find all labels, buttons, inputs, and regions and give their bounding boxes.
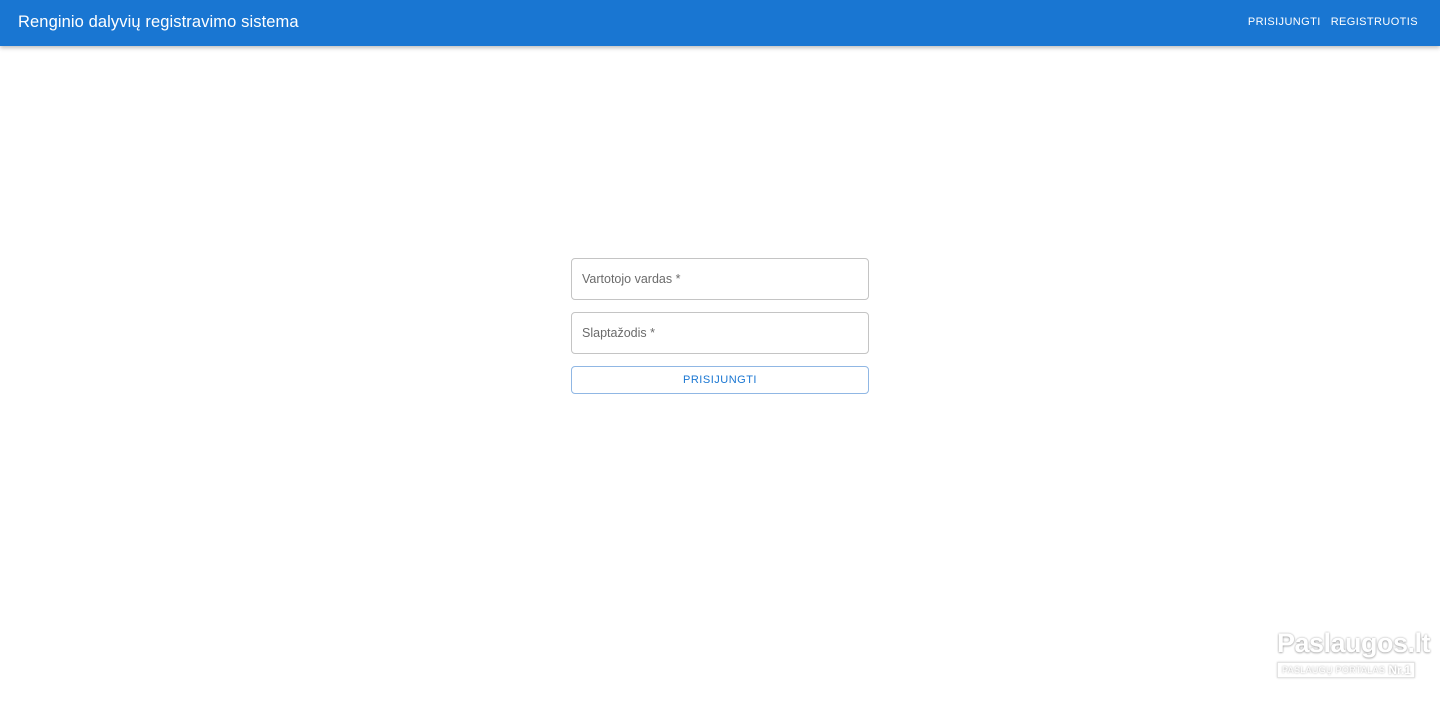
watermark-logo: Paslaugos.lt PASLAUGŲ PORTALAS Nr.1: [1275, 628, 1431, 682]
username-field[interactable]: Vartotojo vardas *: [571, 258, 869, 300]
nav-login-link[interactable]: PRISIJUNGTI: [1248, 16, 1321, 28]
watermark-subtitle: PASLAUGŲ PORTALAS: [1282, 665, 1386, 675]
nav-register-link[interactable]: REGISTRUOTIS: [1331, 16, 1418, 28]
watermark-badge: Nr.1: [1388, 663, 1411, 677]
watermark-bar: PASLAUGŲ PORTALAS Nr.1: [1277, 662, 1415, 678]
app-title: Renginio dalyvių registravimo sistema: [18, 13, 299, 31]
login-submit-button[interactable]: PRISIJUNGTI: [571, 366, 869, 394]
password-label: Slaptažodis *: [582, 326, 655, 340]
password-field[interactable]: Slaptažodis *: [571, 312, 869, 354]
login-form: Vartotojo vardas * Slaptažodis * PRISIJU…: [571, 258, 869, 394]
app-bar: Renginio dalyvių registravimo sistema PR…: [0, 0, 1440, 46]
username-label: Vartotojo vardas *: [582, 272, 681, 286]
top-nav: PRISIJUNGTI REGISTRUOTIS: [1248, 16, 1418, 28]
watermark-brand: Paslaugos.lt: [1277, 628, 1431, 658]
